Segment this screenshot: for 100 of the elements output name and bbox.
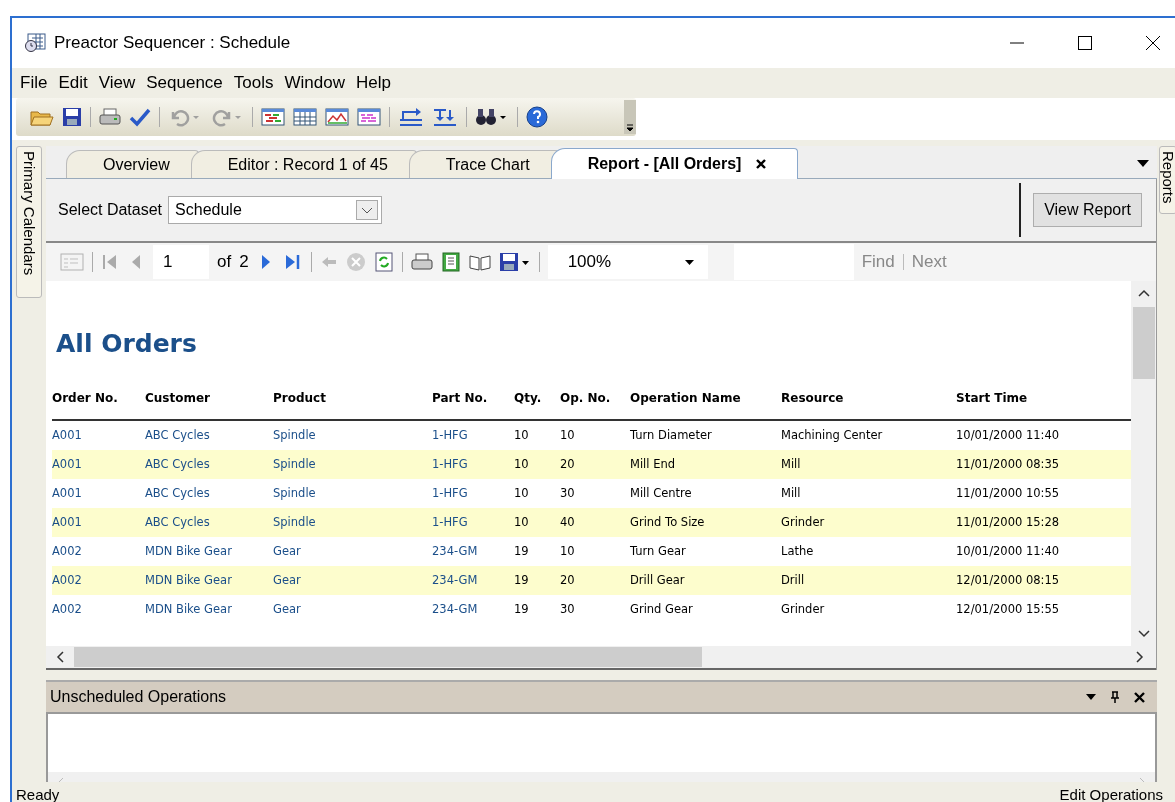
dataset-dropdown[interactable]: Schedule bbox=[168, 196, 383, 224]
table-cell[interactable]: ABC Cycles bbox=[145, 457, 210, 471]
table-cell[interactable]: 1-HFG bbox=[432, 486, 468, 500]
table-cell: Turn Diameter bbox=[630, 428, 712, 442]
refresh-icon[interactable] bbox=[373, 252, 394, 272]
toolbar-overflow-icon[interactable] bbox=[624, 100, 636, 134]
page-layout-icon[interactable] bbox=[440, 252, 461, 272]
table-cell: 11/01/2000 15:28 bbox=[956, 515, 1060, 529]
table-cell: 11/01/2000 08:35 bbox=[956, 457, 1060, 471]
scroll-down-icon[interactable] bbox=[1137, 630, 1150, 638]
scrollbar-thumb[interactable] bbox=[1132, 307, 1155, 379]
table-cell: 12/01/2000 08:15 bbox=[956, 573, 1060, 587]
close-icon[interactable] bbox=[1134, 691, 1145, 703]
table-cell[interactable]: Spindle bbox=[273, 486, 316, 500]
tab[interactable]: Report - [All Orders] bbox=[550, 148, 799, 179]
table-cell[interactable]: Spindle bbox=[273, 515, 316, 529]
table-cell: Grind Gear bbox=[630, 602, 693, 616]
menu-item[interactable]: Help bbox=[356, 73, 391, 93]
page-number-field[interactable]: 1 bbox=[153, 245, 209, 279]
table-cell: Drill Gear bbox=[630, 573, 685, 587]
save-icon[interactable] bbox=[498, 252, 531, 272]
menu-item[interactable]: Tools bbox=[233, 73, 274, 93]
table-cell: 11/01/2000 10:55 bbox=[956, 486, 1060, 500]
menu-item[interactable]: File bbox=[20, 73, 48, 93]
dock-tab[interactable]: Primary Calendars bbox=[16, 146, 42, 298]
table-cell[interactable]: 234-GM bbox=[432, 573, 478, 587]
menu-item[interactable]: Edit bbox=[58, 73, 88, 93]
help-icon[interactable] bbox=[526, 106, 548, 128]
table-cell[interactable]: MDN Bike Gear bbox=[145, 602, 232, 616]
table-cell: Mill Centre bbox=[630, 486, 692, 500]
move-up-icon[interactable] bbox=[398, 107, 424, 127]
gantt-chart-icon[interactable] bbox=[261, 107, 285, 127]
view-report-button[interactable]: View Report bbox=[1033, 193, 1142, 227]
line-chart-icon[interactable] bbox=[325, 107, 349, 127]
save-icon[interactable] bbox=[62, 107, 82, 127]
close-icon[interactable] bbox=[755, 158, 768, 170]
table-cell[interactable]: A001 bbox=[52, 515, 82, 529]
table-cell[interactable]: Spindle bbox=[273, 457, 316, 471]
table-cell: 19 bbox=[514, 573, 529, 587]
page-count: 2 bbox=[239, 252, 249, 272]
table-cell: 10 bbox=[514, 515, 529, 529]
chart-icon[interactable] bbox=[357, 107, 381, 127]
table-cell[interactable]: Gear bbox=[273, 602, 301, 616]
table-cell[interactable]: Spindle bbox=[273, 428, 316, 442]
scroll-left-icon[interactable] bbox=[56, 651, 64, 663]
table-cell[interactable]: A002 bbox=[52, 544, 82, 558]
table-cell[interactable]: A002 bbox=[52, 602, 82, 616]
table-cell[interactable]: ABC Cycles bbox=[145, 486, 210, 500]
maximize-icon[interactable] bbox=[1077, 35, 1093, 51]
menu-item[interactable]: View bbox=[98, 73, 136, 93]
table-cell[interactable]: A001 bbox=[52, 486, 82, 500]
table-cell: 12/01/2000 15:55 bbox=[956, 602, 1060, 616]
report-title: All Orders bbox=[56, 329, 198, 360]
table-cell[interactable]: A001 bbox=[52, 428, 82, 442]
table-cell[interactable]: A002 bbox=[52, 573, 82, 587]
menu-item[interactable]: Window bbox=[284, 73, 345, 93]
table-cell: Grinder bbox=[781, 515, 825, 529]
table-cell[interactable]: 1-HFG bbox=[432, 515, 468, 529]
binoculars-icon[interactable] bbox=[475, 107, 509, 127]
table-cell[interactable]: A001 bbox=[52, 457, 82, 471]
column-header: Resource bbox=[781, 391, 844, 405]
table-icon[interactable] bbox=[293, 107, 317, 127]
dock-tab[interactable]: Reports bbox=[1159, 146, 1175, 214]
table-cell: Drill bbox=[781, 573, 805, 587]
pin-icon[interactable] bbox=[1110, 691, 1120, 703]
vertical-scrollbar[interactable] bbox=[1131, 281, 1156, 646]
close-icon[interactable] bbox=[1145, 35, 1161, 51]
table-cell[interactable]: MDN Bike Gear bbox=[145, 573, 232, 587]
scroll-right-icon[interactable] bbox=[1136, 651, 1144, 663]
printer-icon[interactable] bbox=[410, 252, 433, 272]
dropdown-arrow-icon[interactable] bbox=[1137, 160, 1149, 168]
column-header: Customer bbox=[145, 391, 211, 405]
table-cell: 10 bbox=[514, 428, 529, 442]
table-cell[interactable]: 234-GM bbox=[432, 602, 478, 616]
tab[interactable]: Overview bbox=[66, 150, 199, 178]
table-cell[interactable]: ABC Cycles bbox=[145, 428, 210, 442]
table-cell[interactable]: Gear bbox=[273, 573, 301, 587]
table-cell: 10 bbox=[560, 544, 575, 558]
table-cell[interactable]: ABC Cycles bbox=[145, 515, 210, 529]
scrollbar-thumb[interactable] bbox=[74, 647, 702, 667]
dropdown-arrow-icon[interactable] bbox=[1086, 694, 1096, 700]
column-header: Part No. bbox=[432, 391, 488, 405]
table-cell[interactable]: 234-GM bbox=[432, 544, 478, 558]
move-down-icon[interactable] bbox=[432, 107, 458, 127]
table-cell: Grinder bbox=[781, 602, 825, 616]
checkmark-icon[interactable] bbox=[129, 107, 151, 127]
printer-icon[interactable] bbox=[99, 107, 121, 127]
table-cell[interactable]: 1-HFG bbox=[432, 457, 468, 471]
find-field[interactable] bbox=[733, 244, 854, 280]
table-cell: Grind To Size bbox=[630, 515, 705, 529]
table-cell[interactable]: 1-HFG bbox=[432, 428, 468, 442]
zoom-dropdown[interactable]: 100% bbox=[547, 245, 708, 279]
menu-item[interactable]: Sequence bbox=[146, 73, 223, 93]
page-of-label: of bbox=[217, 252, 232, 272]
horizontal-scrollbar[interactable] bbox=[46, 646, 1156, 670]
book-icon[interactable] bbox=[468, 252, 491, 272]
table-cell[interactable]: Gear bbox=[273, 544, 301, 558]
scroll-up-icon[interactable] bbox=[1137, 289, 1150, 297]
table-cell[interactable]: MDN Bike Gear bbox=[145, 544, 232, 558]
table-cell: 19 bbox=[514, 544, 529, 558]
